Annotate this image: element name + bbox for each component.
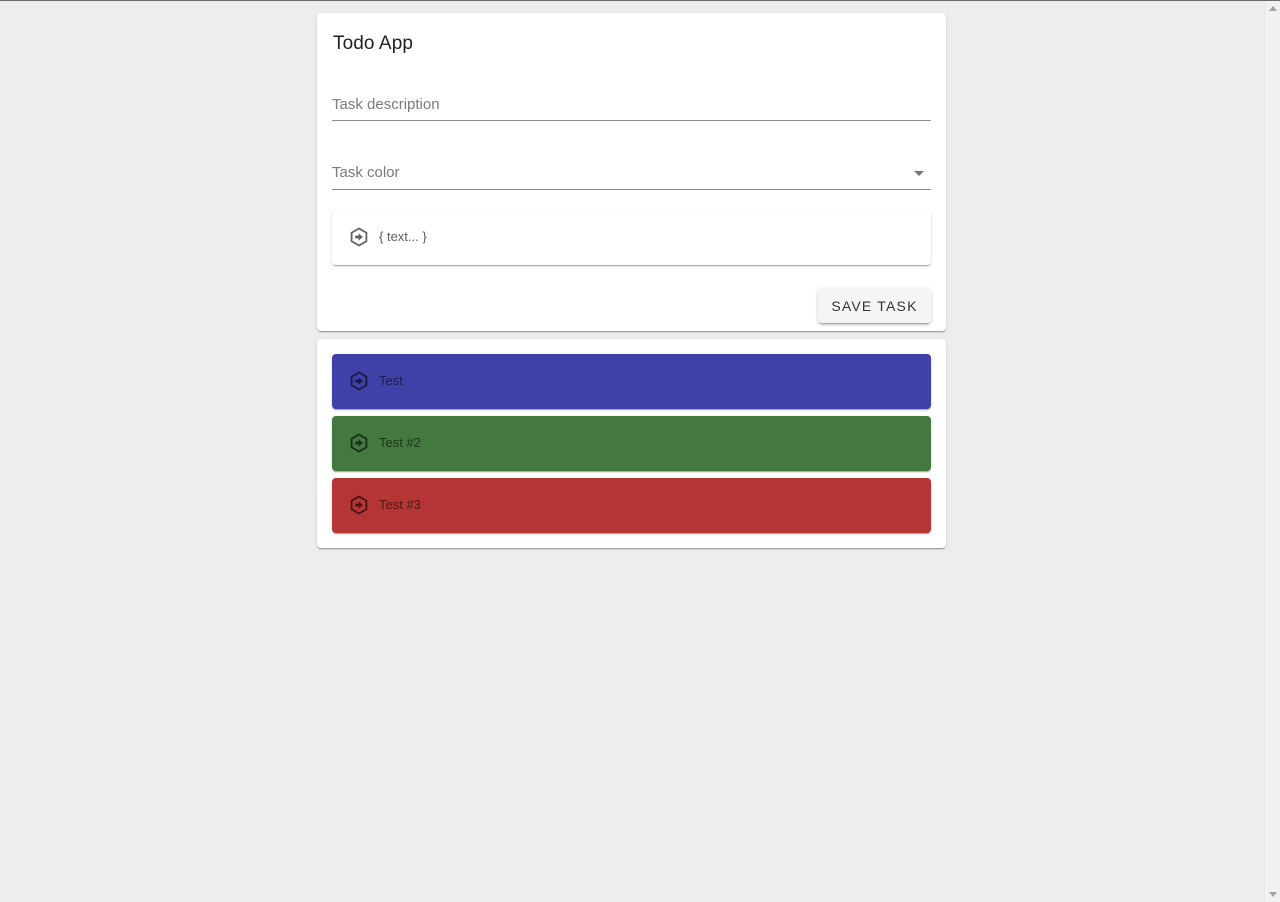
save-task-button[interactable]: SAVE TASK [818,288,931,323]
task-color-select[interactable]: Task color [332,158,931,190]
task-list-card: Test Test #2 Test #3 [317,339,946,548]
page-title: Todo App [333,33,414,54]
task-description-input[interactable] [332,89,931,119]
hexagon-arrow-icon [350,495,368,515]
vertical-scrollbar[interactable] [1264,1,1280,902]
task-color-label: Task color [332,164,400,181]
task-item[interactable]: Test #3 [332,478,931,533]
scroll-down-arrow-icon[interactable] [1269,892,1277,897]
task-preview: { text... } [332,210,931,265]
dropdown-arrow-icon[interactable] [914,171,924,176]
task-item[interactable]: Test [332,354,931,409]
window-top-border [0,0,1280,1]
task-form-card: Todo App Task color { text... } SAVE TAS… [317,13,946,331]
hexagon-arrow-icon [350,227,368,247]
task-text: Test #3 [379,497,421,512]
task-text: Test #2 [379,435,421,450]
task-preview-text: { text... } [379,229,427,244]
task-description-field[interactable] [332,89,931,121]
task-item[interactable]: Test #2 [332,416,931,471]
scroll-up-arrow-icon[interactable] [1269,6,1277,11]
hexagon-arrow-icon [350,371,368,391]
task-text: Test [379,373,403,388]
hexagon-arrow-icon [350,433,368,453]
